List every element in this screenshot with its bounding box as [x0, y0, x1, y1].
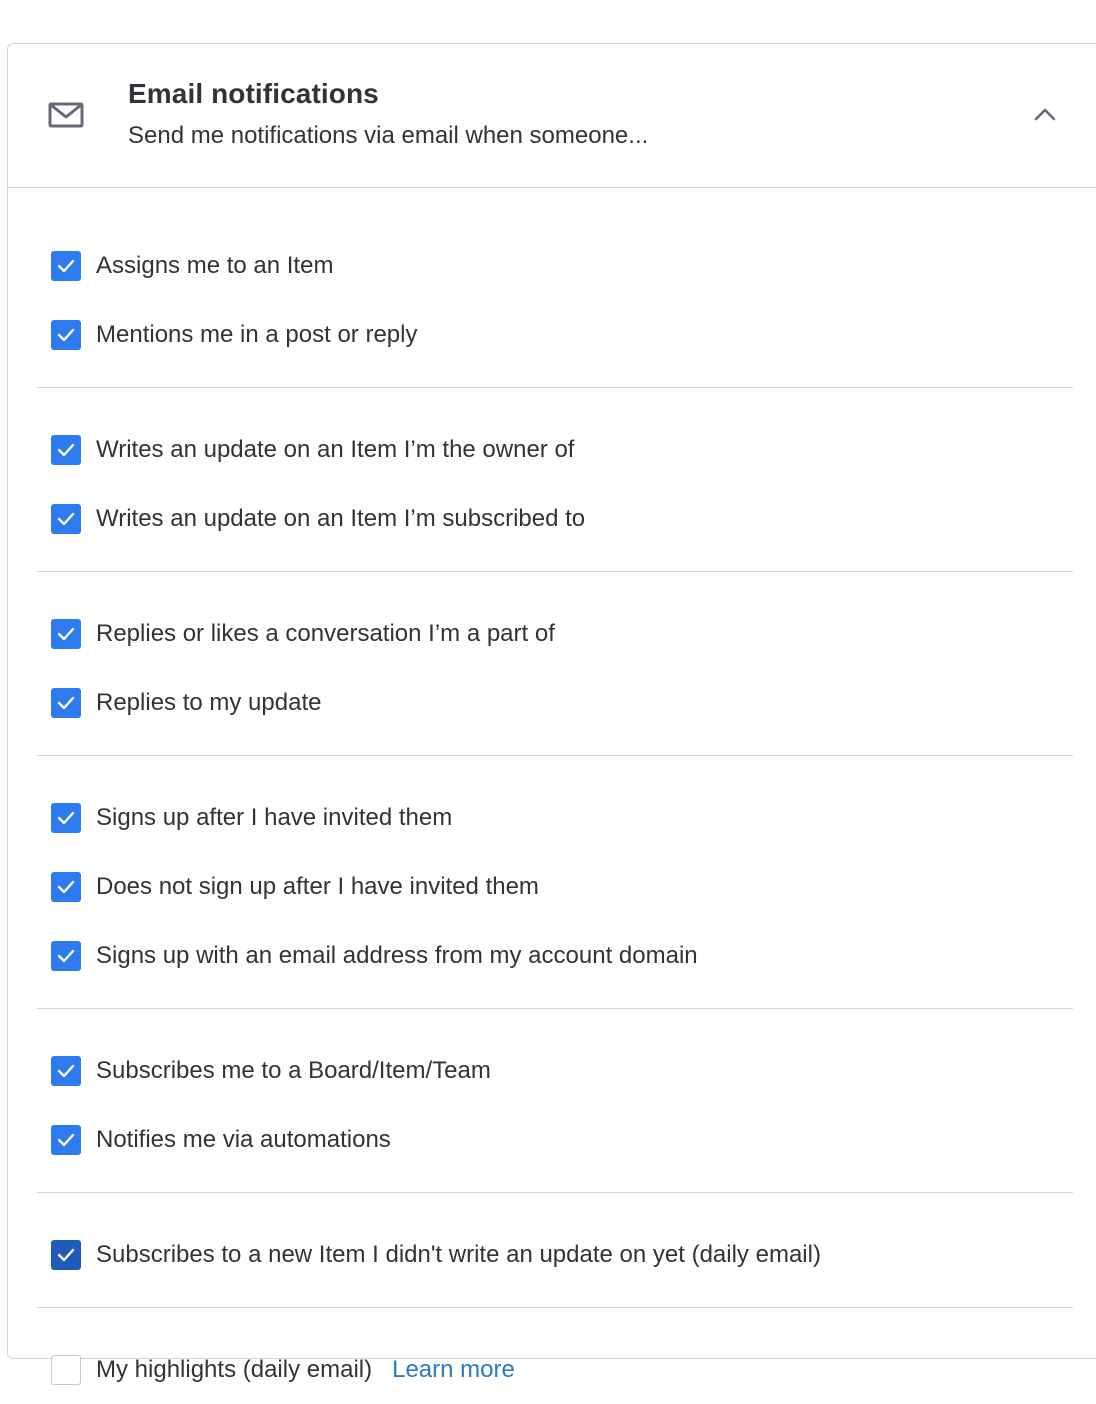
option-label: Writes an update on an Item I’m the owne…	[96, 435, 575, 463]
option-label: Mentions me in a post or reply	[96, 320, 418, 348]
notification-options: Assigns me to an Item Mentions me in a po…	[8, 188, 1096, 1404]
mail-icon	[48, 100, 84, 130]
checkmark-icon	[57, 1133, 75, 1147]
option-group: My highlights (daily email) Learn more	[37, 1308, 1073, 1404]
option-label: Writes an update on an Item I’m subscrib…	[96, 504, 586, 532]
checkmark-icon	[57, 627, 75, 641]
option-label: My highlights (daily email)	[96, 1355, 373, 1383]
option-group: Replies or likes a conversation I’m a pa…	[37, 572, 1073, 756]
option-label: Does not sign up after I have invited th…	[96, 872, 539, 900]
notification-option[interactable]: Subscribes to a new Item I didn't write …	[37, 1220, 1073, 1289]
checkmark-icon	[57, 1064, 75, 1078]
notification-option[interactable]: Replies or likes a conversation I’m a pa…	[37, 599, 1073, 668]
option-group: Subscribes me to a Board/Item/Team Notifi…	[37, 1009, 1073, 1193]
notification-option[interactable]: Notifies me via automations	[37, 1105, 1073, 1174]
panel-header[interactable]: Email notifications Send me notification…	[8, 44, 1096, 188]
option-checkbox[interactable]	[51, 1055, 81, 1086]
checkmark-icon	[57, 811, 75, 825]
option-checkbox[interactable]	[51, 1124, 81, 1155]
collapse-button[interactable]	[1030, 104, 1060, 128]
option-label: Signs up after I have invited them	[96, 803, 453, 831]
notification-option[interactable]: Writes an update on an Item I’m subscrib…	[37, 484, 1073, 553]
section-title: Email notifications	[128, 78, 379, 109]
option-group: Signs up after I have invited them Does n…	[37, 756, 1073, 1009]
notification-option[interactable]: My highlights (daily email) Learn more	[37, 1335, 1073, 1404]
learn-more-link[interactable]: Learn more	[392, 1356, 515, 1384]
option-label: Replies or likes a conversation I’m a pa…	[96, 619, 555, 647]
notification-option[interactable]: Assigns me to an Item	[37, 231, 1073, 300]
checkmark-icon	[57, 443, 75, 457]
notification-option[interactable]: Writes an update on an Item I’m the owne…	[37, 415, 1073, 484]
checkmark-icon	[57, 949, 75, 963]
option-label: Assigns me to an Item	[96, 251, 334, 279]
notification-option[interactable]: Mentions me in a post or reply	[37, 300, 1073, 369]
option-checkbox[interactable]	[51, 618, 81, 649]
notification-option[interactable]: Signs up with an email address from my a…	[37, 921, 1073, 990]
option-checkbox[interactable]	[51, 871, 81, 902]
option-group: Assigns me to an Item Mentions me in a po…	[37, 188, 1073, 388]
option-checkbox[interactable]	[51, 319, 81, 350]
option-checkbox[interactable]	[51, 250, 81, 281]
option-checkbox[interactable]	[51, 940, 81, 971]
checkmark-icon	[57, 259, 75, 273]
option-group: Subscribes to a new Item I didn't write …	[37, 1193, 1073, 1308]
option-label: Subscribes to a new Item I didn't write …	[96, 1240, 821, 1268]
checkmark-icon	[57, 1248, 75, 1262]
option-checkbox[interactable]	[51, 802, 81, 833]
notification-option[interactable]: Subscribes me to a Board/Item/Team	[37, 1036, 1073, 1105]
checkmark-icon	[57, 328, 75, 342]
option-checkbox[interactable]	[51, 503, 81, 534]
email-notifications-panel: Email notifications Send me notification…	[7, 43, 1096, 1385]
option-checkbox[interactable]	[51, 1239, 81, 1270]
option-label: Signs up with an email address from my a…	[96, 941, 698, 969]
checkmark-icon	[57, 512, 75, 526]
option-checkbox[interactable]	[51, 434, 81, 465]
section-subtitle: Send me notifications via email when som…	[128, 122, 649, 149]
option-group: Writes an update on an Item I’m the owne…	[37, 388, 1073, 572]
checkmark-icon	[57, 696, 75, 710]
notification-option[interactable]: Replies to my update	[37, 668, 1073, 737]
option-checkbox[interactable]	[51, 687, 81, 718]
option-label: Notifies me via automations	[96, 1125, 391, 1153]
notification-option[interactable]: Signs up after I have invited them	[37, 783, 1073, 852]
option-checkbox[interactable]	[51, 1354, 81, 1385]
checkmark-icon	[57, 880, 75, 894]
chevron-up-icon	[1033, 106, 1057, 127]
option-label: Replies to my update	[96, 688, 322, 716]
notification-option[interactable]: Does not sign up after I have invited th…	[37, 852, 1073, 921]
option-label: Subscribes me to a Board/Item/Team	[96, 1056, 491, 1084]
